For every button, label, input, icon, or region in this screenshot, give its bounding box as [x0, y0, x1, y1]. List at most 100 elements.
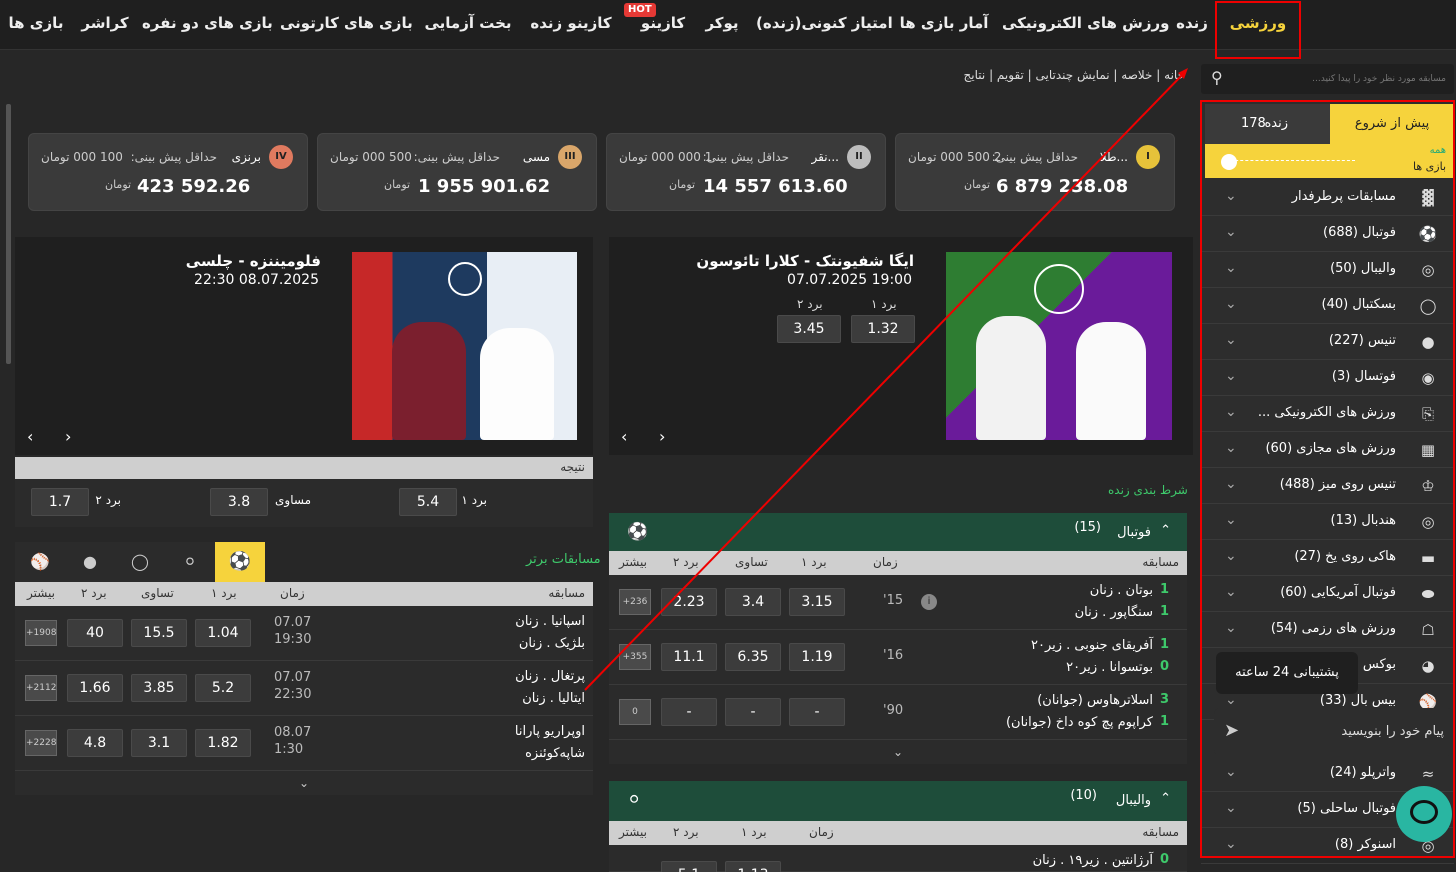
more-markets-button[interactable]: +355	[619, 644, 651, 670]
featured-tennis-card[interactable]: ایگا شفیونتک - کلارا تائوسون 07.07.2025 …	[609, 237, 1193, 455]
nav-poker[interactable]: پوکر	[700, 0, 744, 48]
score-1: 3	[1159, 692, 1169, 707]
tab-tennis[interactable]: ●	[65, 542, 115, 582]
more-markets-button[interactable]: +236	[619, 589, 651, 615]
odd-button-w2[interactable]: 11.1	[661, 643, 717, 671]
team-1: آفریقای جنوبی . زیر۲۰	[1030, 638, 1153, 653]
odd-button-draw[interactable]: -	[725, 698, 781, 726]
result-header: نتیجه	[15, 457, 593, 479]
jackpot-min-value: 500 000 تومان	[330, 150, 412, 164]
odd-button-w1[interactable]: -	[789, 698, 845, 726]
odd-button-w2[interactable]: 40	[67, 619, 123, 647]
tab-basketball[interactable]: ◯	[115, 542, 165, 582]
nav-games[interactable]: بازی ها	[4, 0, 68, 48]
col-w2: برد ۲	[673, 555, 699, 569]
odd-button-w2[interactable]: 1.7	[31, 488, 89, 516]
nav-cartoon-games[interactable]: بازی های کارتونی	[280, 0, 413, 48]
odd-button-w1[interactable]: 5.2	[195, 674, 251, 702]
jackpot-currency: تومان	[384, 178, 411, 191]
odd-button-w1[interactable]: 3.15	[789, 588, 845, 616]
nav-live-score[interactable]: امتیاز کنونی(زنده)	[756, 0, 893, 48]
carousel-next-icon[interactable]: ›	[659, 427, 665, 446]
table-row[interactable]: بوتان . زنان 1 سنگاپور . زنان 1 i '15 3.…	[609, 575, 1187, 630]
table-row[interactable]: اسپانیا . زنان بلژیک . زنان 07.07 19:30 …	[15, 606, 593, 661]
expand-more-icon[interactable]: ⌄	[15, 771, 593, 795]
odd-button-w2[interactable]: 4.8	[67, 729, 123, 757]
search-input[interactable]	[1241, 69, 1446, 89]
player-figure	[1076, 322, 1146, 440]
table-row[interactable]: اوپراریو پارانا شاپه‌کوئنزه 08.07 1:30 1…	[15, 716, 593, 771]
odd-button-w1[interactable]: 1.19	[789, 643, 845, 671]
nav-lottery[interactable]: بخت آزمایی	[420, 0, 516, 48]
odd-button-w2[interactable]: -	[661, 698, 717, 726]
carousel-prev-icon[interactable]: ‹	[27, 427, 33, 446]
more-markets-button[interactable]: +1908	[25, 620, 57, 646]
tab-volleyball[interactable]: ⚪	[165, 542, 215, 582]
live-football-header[interactable]: ⚽ ⌃ فوتبال (15)	[609, 513, 1187, 553]
breadcrumb-summary[interactable]: خلاصه	[1121, 68, 1152, 82]
odd-button-w1[interactable]: 1.13	[725, 861, 781, 872]
jackpot-amount: 423 592.26	[137, 176, 251, 197]
tab-soccer[interactable]: ⚽	[215, 542, 265, 582]
live-volleyball-header[interactable]: ⚪ ⌃ والیبال (10)	[609, 781, 1187, 821]
search-box[interactable]: ⚲	[1201, 64, 1454, 94]
odd-button-w1[interactable]: 1.32	[851, 315, 915, 343]
w2-label: برد ۲	[95, 493, 121, 507]
odd-button-w2[interactable]: 1.66	[67, 674, 123, 702]
more-markets-button[interactable]: +2228	[25, 730, 57, 756]
breadcrumb-multiview[interactable]: نمایش چندتایی	[1036, 68, 1110, 82]
jackpot-card-gold[interactable]: I طلا... حداقل پیش بینی: 2 500 000 تومان…	[895, 133, 1175, 211]
nav-live[interactable]: زنده	[1170, 0, 1214, 48]
featured-soccer-card[interactable]: فلومیننزه - چلسی 22:30 08.07.2025 ‹ ›	[15, 237, 593, 455]
nav-crasher[interactable]: کراشر	[80, 0, 130, 48]
col-time: زمان	[873, 555, 898, 569]
table-row[interactable]: آرژانتین . زیر۱۹ . زنان 0 1.13 5.1	[609, 845, 1187, 872]
odd-button-draw[interactable]: 3.85	[131, 674, 187, 702]
soccer-icon: ⚽	[627, 522, 649, 542]
more-markets-button[interactable]: +2112	[25, 675, 57, 701]
expand-more-icon[interactable]: ⌄	[609, 740, 1187, 764]
chevron-up-icon[interactable]: ⌃	[1160, 523, 1171, 538]
match-title: فلومیننزه - چلسی	[185, 252, 321, 270]
jackpot-card-silver[interactable]: II نقر... حداقل پیش بینی: 1 000 000 توما…	[606, 133, 886, 211]
odd-button-draw[interactable]: 3.1	[131, 729, 187, 757]
sport-count: (15)	[1074, 520, 1101, 535]
breadcrumb-calendar[interactable]: تقویم	[997, 68, 1024, 82]
odd-button-draw[interactable]: 3.4	[725, 588, 781, 616]
odd-button-draw[interactable]: 6.35	[725, 643, 781, 671]
search-icon[interactable]: ⚲	[1211, 68, 1223, 87]
odd-button-w2[interactable]: 2.23	[661, 588, 717, 616]
info-icon[interactable]: i	[921, 594, 937, 610]
odd-button-draw[interactable]: 15.5	[131, 619, 187, 647]
odd-button-w1[interactable]: 1.82	[195, 729, 251, 757]
carousel-prev-icon[interactable]: ‹	[621, 427, 627, 446]
table-row[interactable]: اسلاترهاوس (جوانان) 3 کراپوم پچ کوه داخ …	[609, 685, 1187, 740]
odd-button-w1[interactable]: 5.4	[399, 488, 457, 516]
breadcrumb-results[interactable]: نتایج	[964, 68, 986, 82]
jackpot-min-label: حداقل پیش بینی:	[991, 150, 1078, 164]
nav-two-player[interactable]: بازی های دو نفره	[142, 0, 273, 48]
col-w2: برد ۲	[81, 586, 107, 600]
team-1: بوتان . زنان	[1089, 583, 1153, 598]
col-w2: برد ۲	[673, 825, 699, 839]
match-time: '15	[883, 593, 904, 608]
chevron-up-icon[interactable]: ⌃	[1160, 791, 1171, 806]
jackpot-card-copper[interactable]: III مسی حداقل پیش بینی: 500 000 تومان 1 …	[317, 133, 597, 211]
sport-count: (10)	[1070, 788, 1097, 803]
odd-button-w1[interactable]: 1.04	[195, 619, 251, 647]
jackpot-currency: تومان	[964, 178, 991, 191]
jackpot-card-bronze[interactable]: IV برنزی حداقل پیش بینی: 100 000 تومان 4…	[28, 133, 308, 211]
more-markets-button[interactable]: 0	[619, 699, 651, 725]
table-row[interactable]: پرتغال . زنان ایتالیا . زنان 07.07 22:30…	[15, 661, 593, 716]
nav-statistics[interactable]: آمار بازی ها	[898, 0, 990, 48]
nav-esports[interactable]: ورزش های الکترونیکی	[1002, 0, 1169, 48]
tab-baseball[interactable]: ⚾	[15, 542, 65, 582]
odd-button-w2[interactable]: 5.1	[661, 861, 717, 872]
carousel-next-icon[interactable]: ›	[65, 427, 71, 446]
page-scrollbar[interactable]	[6, 104, 11, 364]
nav-live-casino[interactable]: کازینو زنده	[526, 0, 616, 48]
breadcrumb-home[interactable]: خانه	[1164, 68, 1185, 82]
odd-button-draw[interactable]: 3.8	[210, 488, 268, 516]
table-row[interactable]: آفریقای جنوبی . زیر۲۰ 1 بوتسوانا . زیر۲۰…	[609, 630, 1187, 685]
odd-button-w2[interactable]: 3.45	[777, 315, 841, 343]
